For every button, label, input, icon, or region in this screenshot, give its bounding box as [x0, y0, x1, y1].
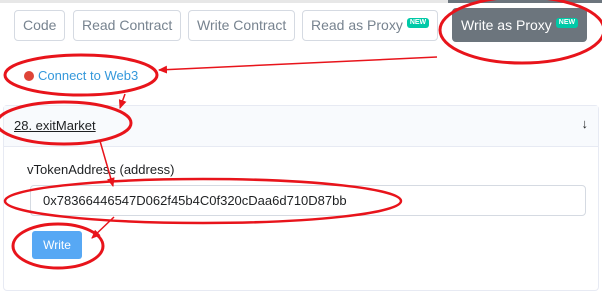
top-strip-active-slice: [448, 0, 602, 3]
method-card-header[interactable]: 28. exitMarket ↓: [4, 106, 598, 147]
tab-code-label: Code: [23, 17, 57, 33]
tab-read-as-proxy[interactable]: Read as Proxy NEW: [302, 10, 439, 41]
red-dot-icon: [24, 71, 34, 81]
tab-code[interactable]: Code: [14, 10, 66, 41]
tab-read-as-proxy-label: Read as Proxy: [311, 17, 403, 33]
connect-to-web3-link[interactable]: Connect to Web3: [24, 68, 138, 83]
tab-write-contract-label: Write Contract: [197, 17, 287, 33]
top-strip: [0, 0, 602, 3]
write-button[interactable]: Write: [32, 231, 82, 259]
tab-read-contract[interactable]: Read Contract: [73, 10, 182, 41]
arrow-down-icon[interactable]: ↓: [582, 116, 589, 131]
tab-read-contract-label: Read Contract: [82, 17, 173, 33]
tab-write-as-proxy-label: Write as Proxy: [461, 17, 552, 33]
method-title[interactable]: 28. exitMarket: [14, 118, 96, 133]
address-input[interactable]: 0x78366446547D062f45b4C0f320cDaa6d710D87…: [30, 185, 586, 216]
tab-write-contract[interactable]: Write Contract: [188, 10, 296, 41]
connect-label: Connect to Web3: [38, 68, 139, 83]
new-badge: NEW: [555, 18, 579, 28]
param-label: vTokenAddress (address): [27, 162, 175, 177]
new-badge: NEW: [406, 18, 430, 28]
tab-write-as-proxy[interactable]: Write as Proxy NEW: [452, 8, 588, 42]
arrow-tabs-to-connect: [158, 56, 438, 74]
